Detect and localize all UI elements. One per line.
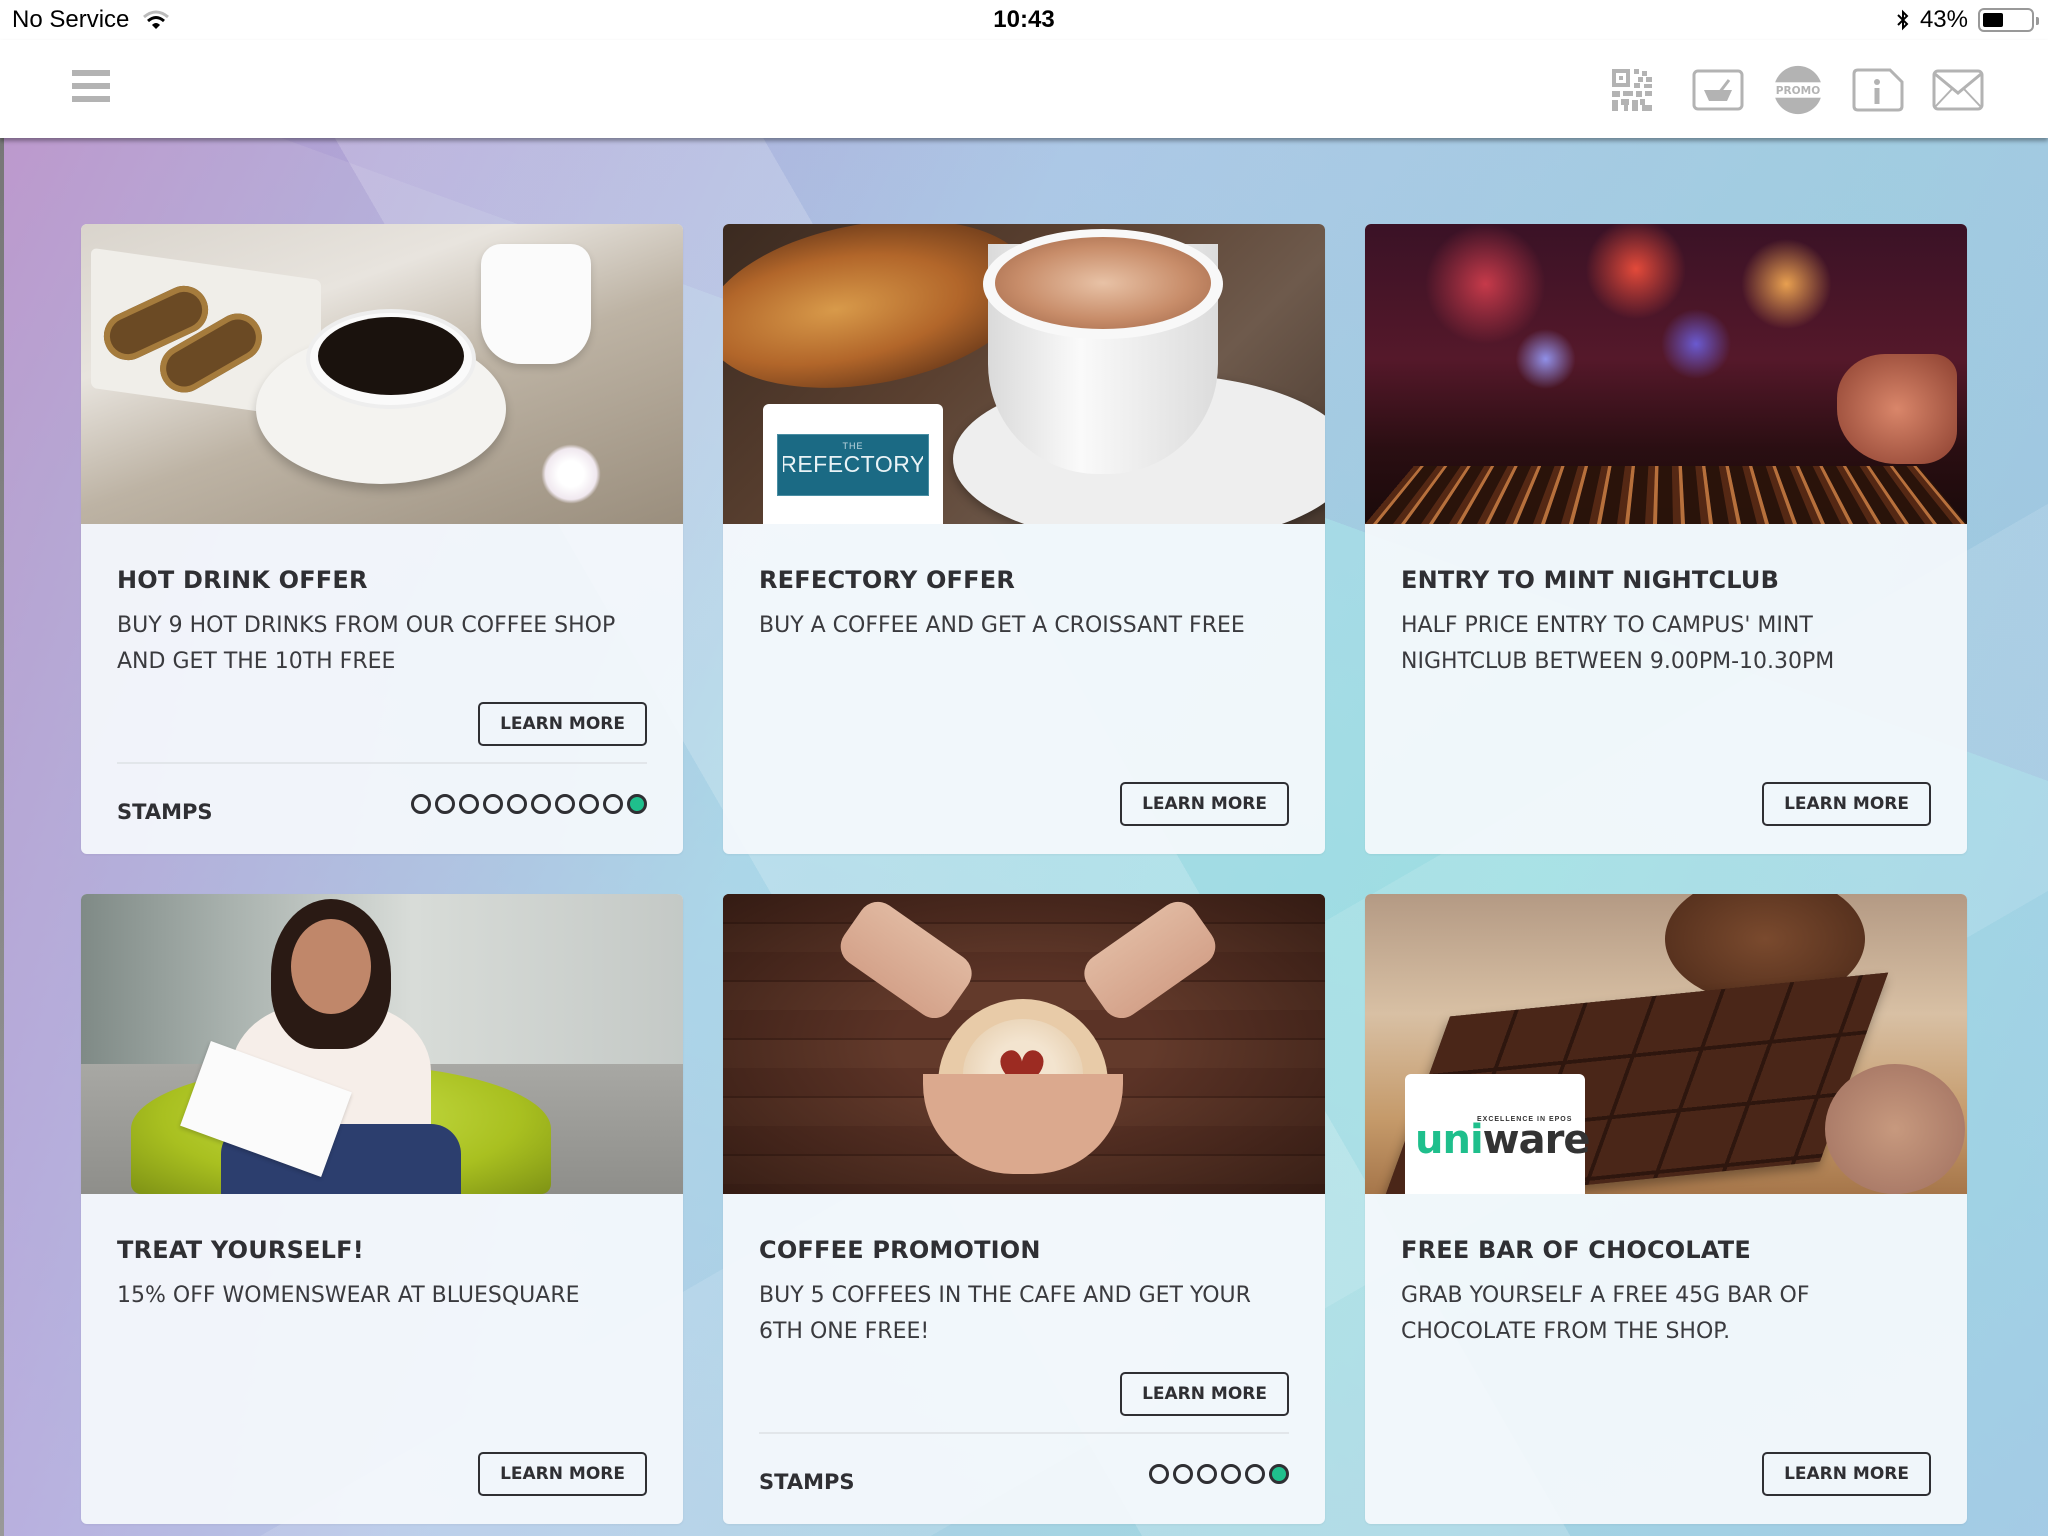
card-description: BUY 9 HOT DRINKS FROM OUR COFFEE SHOP AN… <box>117 613 616 674</box>
heart-latte-hands-photo: ♥ <box>723 894 1325 1194</box>
offer-card-treat-yourself: TREAT YOURSELF! 15% OFF WOMENSWEAR AT BL… <box>81 894 683 1524</box>
stamp-card <box>1149 1464 1289 1484</box>
offer-card-hot-drink: HOT DRINK OFFER BUY 9 HOT DRINKS FROM OU… <box>81 224 683 854</box>
qr-code-icon[interactable] <box>1612 64 1664 116</box>
stamp-empty <box>1173 1464 1193 1484</box>
offer-card-nightclub: ENTRY TO MINT NIGHTCLUB HALF PRICE ENTRY… <box>1365 224 1967 854</box>
stamp-empty <box>1149 1464 1169 1484</box>
learn-more-button[interactable]: LEARN MORE <box>1762 782 1931 826</box>
learn-more-button[interactable]: LEARN MORE <box>478 1452 647 1496</box>
stamp-filled <box>1269 1464 1289 1484</box>
card-title: COFFEE PROMOTION <box>759 1236 1041 1264</box>
card-title: REFECTORY OFFER <box>759 566 1016 594</box>
card-description: BUY 5 COFFEES IN THE CAFE AND GET YOUR 6… <box>759 1283 1251 1344</box>
stamps-label: STAMPS <box>759 1470 855 1494</box>
battery-percent: 43% <box>1919 6 1968 33</box>
bluetooth-icon <box>1897 9 1909 31</box>
stamp-empty <box>555 794 575 814</box>
uniware-uni: uni <box>1415 1117 1484 1163</box>
promo-label: PROMO <box>1776 85 1820 97</box>
offer-card-chocolate: EXCELLENCE IN EPOS uniware FREE BAR OF C… <box>1365 894 1967 1524</box>
learn-more-button[interactable]: LEARN MORE <box>1120 782 1289 826</box>
uniware-ware: ware <box>1482 1117 1591 1163</box>
battery-fill <box>1983 13 2003 27</box>
stamp-empty <box>483 794 503 814</box>
mail-icon[interactable] <box>1932 64 1984 116</box>
divider <box>759 1432 1289 1434</box>
stamp-empty <box>579 794 599 814</box>
stamp-empty <box>531 794 551 814</box>
card-body: COFFEE PROMOTION BUY 5 COFFEES IN THE CA… <box>723 1194 1325 1524</box>
stamp-empty <box>459 794 479 814</box>
stamp-empty <box>435 794 455 814</box>
offer-card-coffee-promotion: ♥ COFFEE PROMOTION BUY 5 COFFEES IN THE … <box>723 894 1325 1524</box>
card-body: FREE BAR OF CHOCOLATE GRAB YOURSELF A FR… <box>1365 1194 1967 1524</box>
card-title: FREE BAR OF CHOCOLATE <box>1401 1236 1751 1264</box>
stamp-empty <box>603 794 623 814</box>
uniware-logo: EXCELLENCE IN EPOS uniware <box>1405 1074 1590 1194</box>
top-toolbar: PROMO <box>0 40 2048 138</box>
card-description: GRAB YOURSELF A FREE 45G BAR OF CHOCOLAT… <box>1401 1283 1810 1344</box>
dj-mixer-photo <box>1365 224 1967 524</box>
learn-more-button[interactable]: LEARN MORE <box>478 702 647 746</box>
divider <box>117 762 647 764</box>
coffee-and-pastries-photo <box>81 224 683 524</box>
promo-badge-icon[interactable]: PROMO <box>1772 64 1824 116</box>
stamp-card <box>411 794 647 814</box>
basket-icon[interactable] <box>1692 64 1744 116</box>
offer-card-refectory: THE REFECTORY REFECTORY OFFER BUY A COFF… <box>723 224 1325 854</box>
stamp-empty <box>1221 1464 1241 1484</box>
offers-grid: HOT DRINK OFFER BUY 9 HOT DRINKS FROM OU… <box>0 138 2048 1536</box>
learn-more-button[interactable]: LEARN MORE <box>1120 1372 1289 1416</box>
card-body: HOT DRINK OFFER BUY 9 HOT DRINKS FROM OU… <box>81 524 683 854</box>
info-icon[interactable] <box>1852 64 1904 116</box>
toolbar-icons: PROMO <box>1612 64 1984 116</box>
stamp-empty <box>1197 1464 1217 1484</box>
card-body: ENTRY TO MINT NIGHTCLUB HALF PRICE ENTRY… <box>1365 524 1967 854</box>
card-title: ENTRY TO MINT NIGHTCLUB <box>1401 566 1780 594</box>
refectory-logo: THE REFECTORY <box>763 404 943 524</box>
card-body: REFECTORY OFFER BUY A COFFEE AND GET A C… <box>723 524 1325 854</box>
battery-icon <box>1978 8 2039 32</box>
clock: 10:43 <box>993 6 1055 33</box>
status-bar: No Service 10:43 43% <box>0 0 2048 40</box>
smiling-woman-reading-photo <box>81 894 683 1194</box>
refectory-logo-small: THE <box>842 441 864 451</box>
card-description: BUY A COFFEE AND GET A CROISSANT FREE <box>759 613 1245 638</box>
card-body: TREAT YOURSELF! 15% OFF WOMENSWEAR AT BL… <box>81 1194 683 1524</box>
hamburger-menu-icon[interactable] <box>72 70 110 102</box>
card-title: TREAT YOURSELF! <box>117 1236 364 1264</box>
stamps-label: STAMPS <box>117 800 213 824</box>
learn-more-button[interactable]: LEARN MORE <box>1762 1452 1931 1496</box>
stamp-filled <box>627 794 647 814</box>
stamp-empty <box>507 794 527 814</box>
card-description: 15% OFF WOMENSWEAR AT BLUESQUARE <box>117 1283 580 1308</box>
chocolate-bar-photo: EXCELLENCE IN EPOS uniware <box>1365 894 1967 1194</box>
card-description: HALF PRICE ENTRY TO CAMPUS' MINT NIGHTCL… <box>1401 613 1835 674</box>
stamp-empty <box>1245 1464 1265 1484</box>
stamp-empty <box>411 794 431 814</box>
card-title: HOT DRINK OFFER <box>117 566 368 594</box>
refectory-logo-main: REFECTORY <box>780 451 926 477</box>
cappuccino-croissant-photo: THE REFECTORY <box>723 224 1325 524</box>
